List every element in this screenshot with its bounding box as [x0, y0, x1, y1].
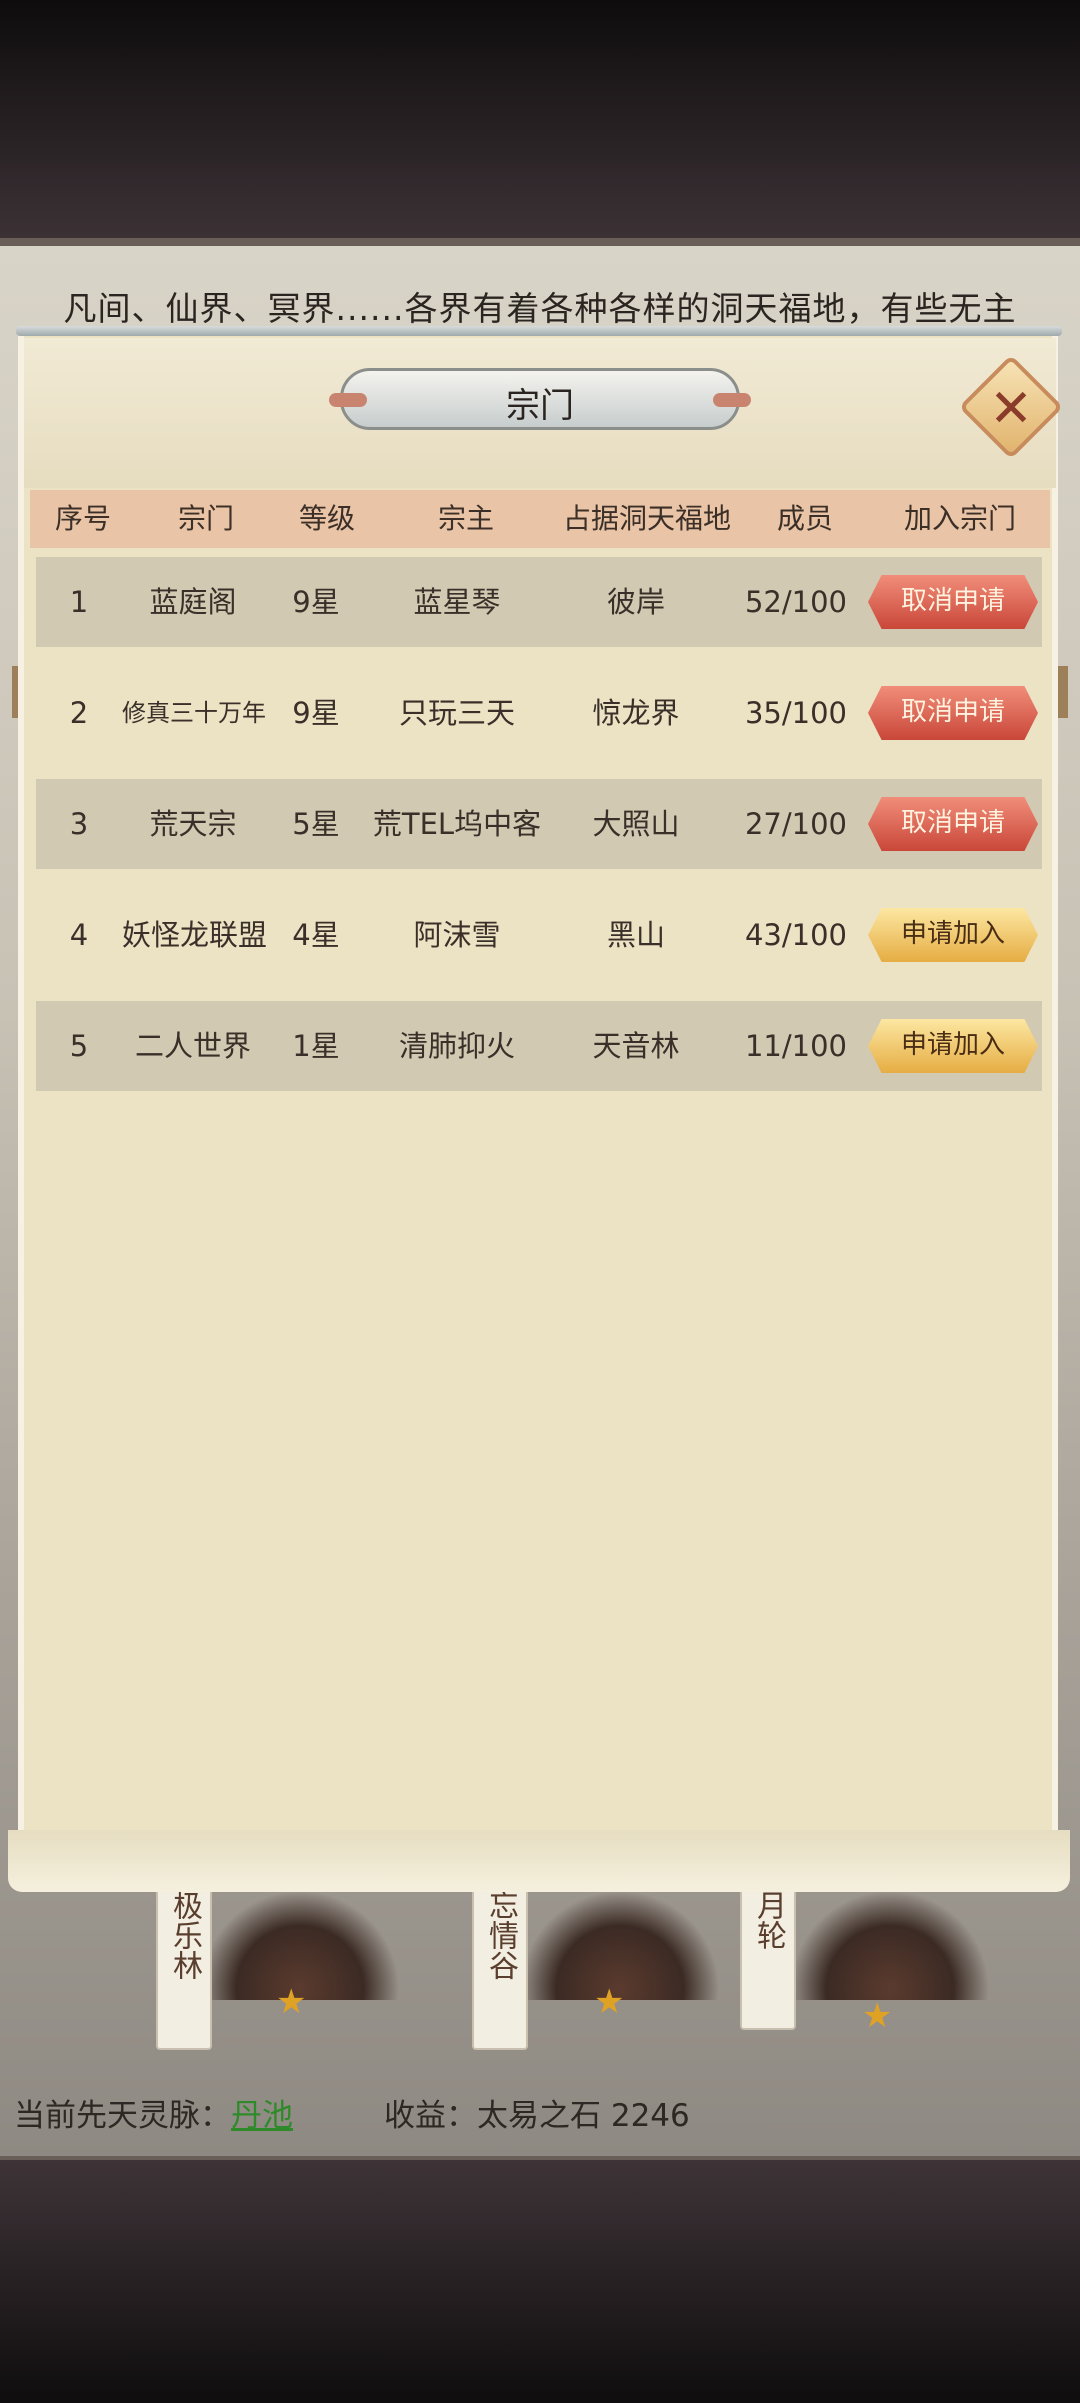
table-row: 3 荒天宗 5星 荒TEL坞中客 大照山 27/100 取消申请 — [36, 779, 1042, 869]
sect-members: 52/100 — [744, 585, 848, 619]
sect-level: 9星 — [292, 696, 340, 730]
sect-territory: 黑山 — [606, 918, 665, 952]
table-row: 2 修真三十万年 9星 只玩三天 惊龙界 35/100 取消申请 — [36, 668, 1042, 758]
star-icon: ★ — [594, 1982, 625, 2022]
intro-text: 凡间、仙界、冥界......各界有着各种各样的洞天福地，有些无主 — [63, 289, 1017, 328]
sect-territory: 惊龙界 — [592, 696, 680, 730]
location-tag[interactable]: 忘情谷 — [472, 1880, 528, 2050]
sect-territory: 天音林 — [592, 1029, 680, 1063]
row-index: 1 — [69, 585, 89, 619]
mountain-icon[interactable] — [790, 1890, 990, 2000]
table-row: 5 二人世界 1星 清肺抑火 天音林 11/100 申请加入 — [36, 1001, 1042, 1091]
sect-level: 1星 — [292, 1029, 340, 1063]
star-icon: ★ — [862, 1996, 893, 2036]
sect-members: 11/100 — [744, 1029, 848, 1063]
sect-name: 修真三十万年 — [122, 699, 266, 727]
location-tag[interactable]: 极乐林 — [156, 1880, 212, 2050]
sect-leader: 只玩三天 — [398, 696, 515, 730]
sect-name: 二人世界 — [134, 1029, 251, 1063]
column-header: 等级 — [298, 502, 355, 535]
column-header: 宗主 — [437, 502, 494, 535]
location-name: 极乐林 — [167, 1890, 202, 1980]
cancel-application-button[interactable]: 取消申请 — [868, 686, 1038, 740]
table-row: 1 蓝庭阁 9星 蓝星琴 彼岸 52/100 取消申请 — [36, 557, 1042, 647]
column-header: 加入宗门 — [903, 502, 1016, 535]
row-index: 5 — [69, 1029, 89, 1063]
sect-level: 9星 — [292, 585, 340, 619]
row-index: 2 — [69, 696, 89, 730]
location-name: 忘情谷 — [483, 1890, 518, 1980]
sect-leader: 清肺抑火 — [398, 1029, 515, 1063]
top-backdrop — [0, 0, 1080, 240]
sect-level: 5星 — [292, 807, 340, 841]
location-name: 月轮 — [751, 1890, 786, 1950]
sect-members: 43/100 — [744, 918, 848, 952]
vein-link[interactable]: 丹池 — [231, 2098, 293, 2134]
table-header: 序号 宗门 等级 宗主 占据洞天福地 成员 加入宗门 — [30, 490, 1050, 548]
vein-label: 当前先天灵脉： — [14, 2098, 231, 2134]
star-icon: ★ — [276, 1982, 307, 2022]
apply-join-button[interactable]: 申请加入 — [868, 908, 1038, 962]
column-header: 占据洞天福地 — [562, 502, 731, 535]
cancel-application-button[interactable]: 取消申请 — [868, 797, 1038, 851]
location-tag[interactable]: 月轮 — [740, 1880, 796, 2030]
cancel-application-button[interactable]: 取消申请 — [868, 575, 1038, 629]
sect-members: 27/100 — [744, 807, 848, 841]
right-side-tab — [1058, 666, 1068, 718]
scroll-rod — [16, 326, 1062, 336]
sect-territory: 大照山 — [592, 807, 680, 841]
column-header: 成员 — [776, 502, 833, 535]
income-info: 收益：太易之石 2246 — [384, 2098, 690, 2134]
sect-name: 荒天宗 — [149, 807, 237, 841]
frame-top-edge — [0, 238, 1080, 246]
sect-territory: 彼岸 — [606, 585, 665, 619]
column-header: 序号 — [54, 502, 111, 535]
row-index: 3 — [69, 807, 89, 841]
sect-name: 妖怪龙联盟 — [122, 918, 268, 952]
sect-leader: 荒TEL坞中客 — [372, 807, 542, 841]
sect-name: 蓝庭阁 — [149, 585, 237, 619]
apply-join-button[interactable]: 申请加入 — [868, 1019, 1038, 1073]
bottom-backdrop — [0, 2160, 1080, 2403]
dialog-title: 宗门 — [506, 386, 574, 426]
sect-members: 35/100 — [744, 696, 848, 730]
row-index: 4 — [69, 918, 89, 952]
sect-leader: 阿沫雪 — [413, 918, 501, 952]
table-row: 4 妖怪龙联盟 4星 阿沫雪 黑山 43/100 申请加入 — [36, 890, 1042, 980]
column-header: 宗门 — [177, 502, 234, 535]
sect-level: 4星 — [292, 918, 340, 952]
scroll-bottom-edge — [8, 1830, 1070, 1892]
sect-leader: 蓝星琴 — [413, 585, 501, 619]
vein-info: 当前先天灵脉：丹池 — [14, 2090, 293, 2135]
